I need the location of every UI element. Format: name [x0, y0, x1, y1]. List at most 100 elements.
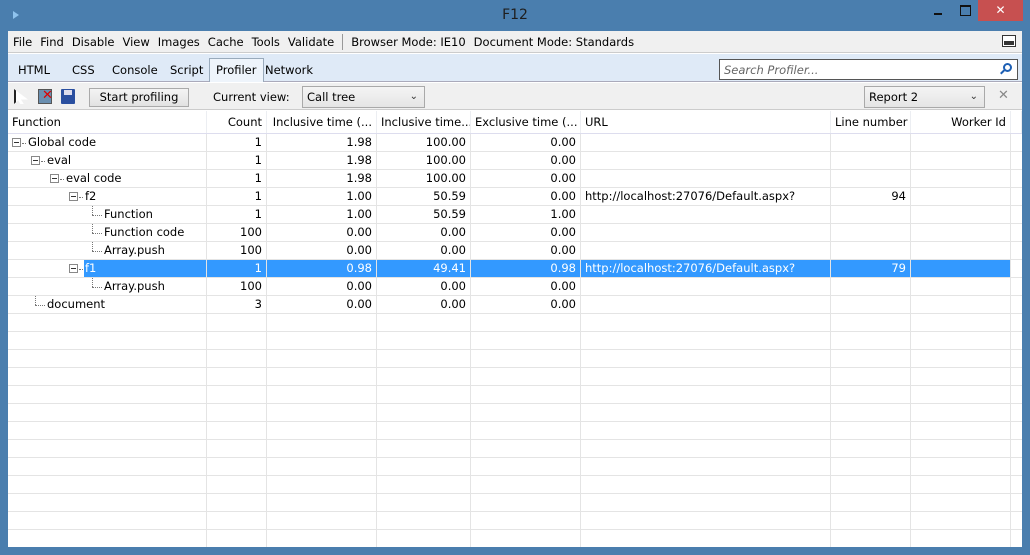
cell-inclusive-time-pct: [377, 422, 471, 439]
table-row[interactable]: Function 1 1.00 50.59 1.00: [8, 206, 1022, 224]
browser-mode-menu[interactable]: Browser Mode: IE10: [351, 35, 465, 49]
table-row[interactable]: Function code 100 0.00 0.00 0.00: [8, 224, 1022, 242]
cell-function: [8, 512, 207, 529]
menu-images[interactable]: Images: [158, 35, 200, 49]
table-row[interactable]: eval 1 1.98 100.00 0.00: [8, 152, 1022, 170]
menu-tools[interactable]: Tools: [252, 35, 280, 49]
cell-count: 3: [207, 296, 267, 313]
cell-inclusive-time-ms: [267, 422, 377, 439]
report-select[interactable]: Report 2 ⌄: [864, 86, 985, 108]
search-icon[interactable]: [1003, 63, 1012, 72]
table-row[interactable]: document 3 0.00 0.00 0.00: [8, 296, 1022, 314]
maximize-button[interactable]: [952, 0, 978, 21]
cell-count: 1: [207, 134, 267, 151]
cell-exclusive-time: 0.00: [471, 170, 581, 187]
search-input[interactable]: [720, 60, 990, 79]
empty-row: [8, 476, 1022, 494]
cell-worker-id: [911, 476, 1011, 493]
menu-file[interactable]: File: [13, 35, 32, 49]
cell-line-number: [831, 224, 911, 241]
start-profiling-button[interactable]: Start profiling: [89, 88, 189, 107]
tab-html[interactable]: HTML: [12, 60, 56, 82]
menu-validate[interactable]: Validate: [288, 35, 334, 49]
table-row[interactable]: Array.push 100 0.00 0.00 0.00: [8, 242, 1022, 260]
cell-exclusive-time: [471, 440, 581, 457]
cell-function: [8, 386, 207, 403]
table-row[interactable]: f1 1 0.98 49.41 0.98 http://localhost:27076/D…: [8, 260, 1022, 278]
cell-count: [207, 476, 267, 493]
cell-line-number: [831, 206, 911, 223]
save-icon[interactable]: [61, 89, 75, 104]
cell-exclusive-time: [471, 332, 581, 349]
cell-url: [581, 134, 831, 151]
close-report-icon[interactable]: ✕: [998, 88, 1009, 103]
tree-connector: [35, 305, 45, 306]
column-header-exclusive-time[interactable]: Exclusive time (...: [471, 111, 581, 133]
collapse-icon[interactable]: [69, 192, 78, 201]
search-box[interactable]: [719, 59, 1018, 80]
tree-connector: [92, 206, 93, 215]
menu-view[interactable]: View: [122, 35, 149, 49]
function-name: Function code: [104, 225, 185, 239]
column-header-line-number[interactable]: Line number: [831, 111, 911, 133]
menu-cache[interactable]: Cache: [208, 35, 244, 49]
tab-network[interactable]: Network: [259, 60, 319, 82]
cell-worker-id: [911, 350, 1011, 367]
tab-script[interactable]: Script: [164, 60, 209, 82]
cell-worker-id: [911, 494, 1011, 511]
cell-function: [8, 494, 207, 511]
select-element-icon[interactable]: [14, 89, 28, 104]
cell-exclusive-time: 0.00: [471, 296, 581, 313]
cell-inclusive-time-ms: [267, 386, 377, 403]
cell-exclusive-time: [471, 404, 581, 421]
column-header-count[interactable]: Count: [207, 111, 267, 133]
empty-row: [8, 368, 1022, 386]
tab-profiler[interactable]: Profiler: [209, 58, 264, 82]
column-header-inclusive-time-pct[interactable]: Inclusive time...: [377, 111, 471, 133]
current-view-select[interactable]: Call tree ⌄: [302, 86, 425, 108]
tree-connector: [22, 143, 26, 144]
cell-worker-id: [911, 224, 1011, 241]
current-view-value: Call tree: [307, 90, 356, 104]
menu-find[interactable]: Find: [40, 35, 64, 49]
tab-css[interactable]: CSS: [66, 60, 101, 82]
column-header-function[interactable]: Function: [8, 111, 207, 133]
cell-function: f2: [8, 188, 207, 205]
title-bar: F12 ✕: [0, 0, 1030, 31]
menu-disable[interactable]: Disable: [72, 35, 115, 49]
tab-console[interactable]: Console: [106, 60, 164, 82]
cell-exclusive-time: [471, 530, 581, 547]
collapse-icon[interactable]: [31, 156, 40, 165]
clear-icon[interactable]: [38, 88, 53, 104]
document-mode-menu[interactable]: Document Mode: Standards: [474, 35, 634, 49]
column-header-inclusive-time-ms[interactable]: Inclusive time (...: [267, 111, 377, 133]
cell-line-number: [831, 494, 911, 511]
cell-url: [581, 332, 831, 349]
table-row[interactable]: Global code 1 1.98 100.00 0.00: [8, 134, 1022, 152]
cell-function: [8, 368, 207, 385]
cell-inclusive-time-ms: 0.00: [267, 224, 377, 241]
cell-inclusive-time-pct: [377, 494, 471, 511]
dock-icon[interactable]: [1002, 35, 1016, 47]
cell-worker-id: [911, 152, 1011, 169]
collapse-icon[interactable]: [69, 264, 78, 273]
cell-exclusive-time: [471, 494, 581, 511]
column-header-url[interactable]: URL: [581, 111, 831, 133]
table-row[interactable]: Array.push 100 0.00 0.00 0.00: [8, 278, 1022, 296]
column-header-worker-id[interactable]: Worker Id: [911, 111, 1011, 133]
cell-inclusive-time-ms: 1.98: [267, 152, 377, 169]
cell-inclusive-time-pct: [377, 332, 471, 349]
cell-line-number: [831, 314, 911, 331]
minimize-button[interactable]: [925, 0, 951, 21]
cell-function: Array.push: [8, 242, 207, 259]
close-window-button[interactable]: ✕: [978, 0, 1023, 21]
function-name: document: [47, 297, 106, 311]
cell-line-number: [831, 368, 911, 385]
collapse-icon[interactable]: [12, 138, 21, 147]
cell-exclusive-time: 0.00: [471, 188, 581, 205]
collapse-icon[interactable]: [50, 174, 59, 183]
table-row[interactable]: eval code 1 1.98 100.00 0.00: [8, 170, 1022, 188]
table-row[interactable]: f2 1 1.00 50.59 0.00 http://localhost:27076/D…: [8, 188, 1022, 206]
cell-url: [581, 530, 831, 547]
tree-connector: [92, 287, 102, 288]
